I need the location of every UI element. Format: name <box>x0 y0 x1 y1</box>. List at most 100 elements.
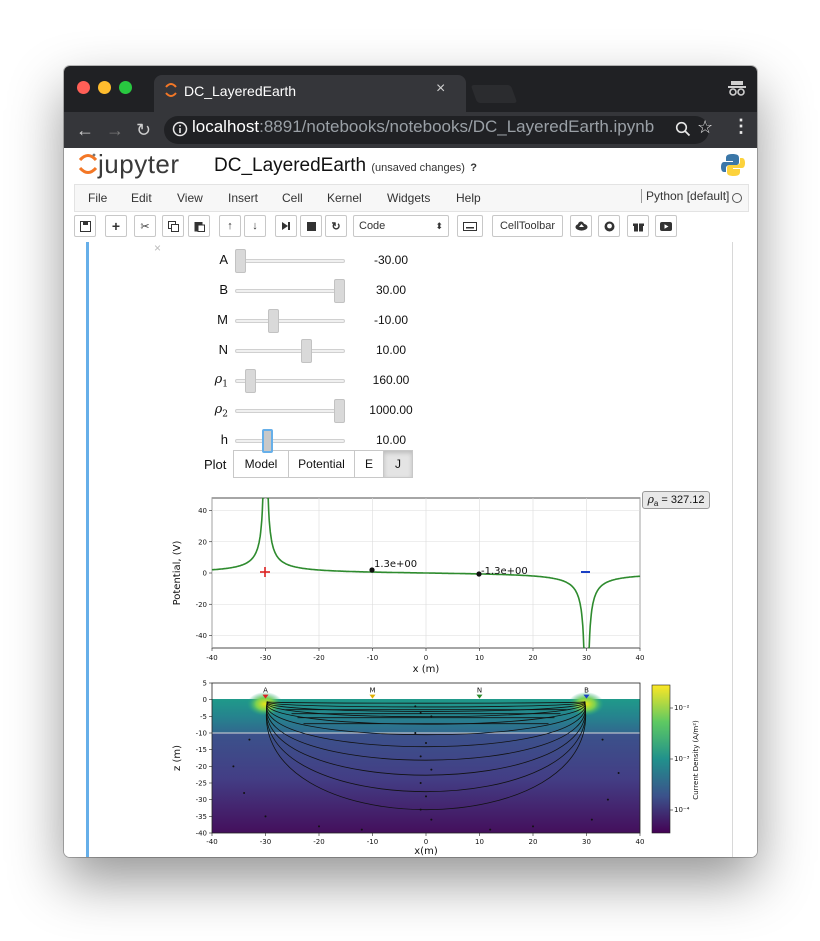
stop-icon <box>306 221 316 231</box>
plot-option-model[interactable]: Model <box>233 450 289 478</box>
slider-track-m[interactable] <box>235 319 345 323</box>
slider-track-n[interactable] <box>235 349 345 353</box>
select-arrows-icon: ⬍ <box>435 220 443 231</box>
current-xtick-label: 20 <box>529 838 538 846</box>
upload-button[interactable] <box>570 215 592 237</box>
slider-handle-n[interactable] <box>301 339 313 363</box>
run-button[interactable] <box>275 215 297 237</box>
close-window-button[interactable] <box>77 81 90 94</box>
tab-title: DC_LayeredEarth <box>184 83 297 99</box>
current-arrow-head <box>232 765 235 768</box>
plot-toggle-group: Model Potential E J <box>233 450 413 478</box>
gift-button[interactable] <box>627 215 649 237</box>
current-arrow-head <box>419 808 422 811</box>
celltoolbar-button[interactable]: CellToolbar <box>492 215 563 237</box>
colorbar-tick-low: 10⁻⁴ <box>674 806 690 814</box>
current-ytick-label: -10 <box>196 730 207 738</box>
url-text[interactable]: localhost:8891/notebooks/notebooks/DC_La… <box>192 117 654 137</box>
jupyter-logo-text[interactable]: jupyter <box>98 149 180 180</box>
restart-button[interactable]: ↻ <box>325 215 347 237</box>
current-ylabel: z (m) <box>172 745 183 771</box>
move-up-button[interactable]: ↑ <box>219 215 241 237</box>
cell-type-select[interactable]: Code ⬍ <box>353 215 449 237</box>
annotation-n: -1.3e+00 <box>481 566 528 577</box>
tab-close-icon[interactable]: × <box>436 80 445 98</box>
menu-view[interactable]: View <box>177 191 203 205</box>
info-icon <box>172 121 188 137</box>
selected-cell-indicator <box>86 242 89 857</box>
menu-widgets[interactable]: Widgets <box>387 191 430 205</box>
potential-xtick-label: 20 <box>529 654 538 662</box>
cut-button[interactable]: ✂ <box>134 215 156 237</box>
current-arrow-head <box>430 818 433 821</box>
menu-edit[interactable]: Edit <box>131 191 152 205</box>
browser-window: DC_LayeredEarth × ← → ↻ localhost:8891/n… <box>64 66 757 857</box>
current-ytick-label: 0 <box>203 696 207 704</box>
current-arrow-head <box>425 795 427 798</box>
slider-track-a[interactable] <box>235 259 345 263</box>
slider-handle-h[interactable] <box>261 429 273 453</box>
current-arrow-head <box>318 825 320 828</box>
potential-xtick-label: -30 <box>260 654 271 662</box>
current-arrow-head <box>489 828 492 831</box>
command-palette-button[interactable] <box>457 215 483 237</box>
current-xtick-label: 10 <box>475 838 484 846</box>
browser-menu-icon[interactable]: ⋮ <box>732 116 750 137</box>
notebook-title[interactable]: DC_LayeredEarth (unsaved changes) ? <box>214 155 477 177</box>
slider-label-rho1: ρ1 <box>188 372 228 390</box>
restart-icon: ↻ <box>331 220 341 233</box>
current-xtick-label: -20 <box>313 838 324 846</box>
potential-ytick-label: -20 <box>196 601 207 609</box>
copy-icon <box>167 220 179 232</box>
colorbar <box>651 684 671 834</box>
incognito-icon <box>728 81 746 96</box>
menu-insert[interactable]: Insert <box>228 191 258 205</box>
slider-handle-a[interactable] <box>235 249 246 273</box>
copy-button[interactable] <box>162 215 184 237</box>
menu-file[interactable]: File <box>88 191 107 205</box>
interrupt-button[interactable] <box>300 215 322 237</box>
back-icon[interactable]: ← <box>76 120 94 140</box>
slider-handle-rho2[interactable] <box>334 399 345 423</box>
move-down-button[interactable]: ↓ <box>244 215 266 237</box>
current-xtick-label: 0 <box>424 838 428 846</box>
minimize-window-button[interactable] <box>98 81 111 94</box>
zoom-icon[interactable] <box>675 121 691 137</box>
current-xtick-label: -40 <box>206 838 217 846</box>
slider-track-h[interactable] <box>235 439 345 443</box>
slider-handle-b[interactable] <box>334 279 345 303</box>
slider-track-b[interactable] <box>235 289 345 293</box>
menu-help[interactable]: Help <box>456 191 481 205</box>
youtube-button[interactable] <box>655 215 677 237</box>
current-arrow-head <box>419 712 422 714</box>
reload-icon[interactable]: ↻ <box>136 120 151 140</box>
electrode-label-m: M <box>369 687 375 695</box>
step-forward-icon <box>282 222 290 230</box>
current-arrow-head <box>590 818 593 821</box>
current-arrow-head <box>414 705 417 708</box>
current-ytick-label: -15 <box>196 746 207 754</box>
slider-track-rho2[interactable] <box>235 409 345 413</box>
plot-option-e[interactable]: E <box>354 450 384 478</box>
forward-icon[interactable]: → <box>106 120 124 140</box>
potential-ytick-label: 0 <box>203 570 207 578</box>
plot-option-potential[interactable]: Potential <box>288 450 355 478</box>
paste-button[interactable] <box>188 215 210 237</box>
bookmark-star-icon[interactable]: ☆ <box>697 117 713 138</box>
maximize-window-button[interactable] <box>119 81 132 94</box>
slider-value-h: 10.00 <box>375 433 407 447</box>
new-tab-button[interactable] <box>470 85 518 103</box>
insert-cell-button[interactable]: + <box>105 215 127 237</box>
close-output-icon[interactable]: × <box>154 241 161 255</box>
menu-kernel[interactable]: Kernel <box>327 191 362 205</box>
plot-option-j[interactable]: J <box>383 450 413 478</box>
current-arrow-head <box>419 755 422 758</box>
slider-label-text: h <box>220 432 228 447</box>
slider-handle-rho1[interactable] <box>244 369 256 393</box>
github-button[interactable] <box>598 215 620 237</box>
save-button[interactable] <box>74 215 96 237</box>
jupyter-logo-icon[interactable] <box>78 152 98 176</box>
menu-cell[interactable]: Cell <box>282 191 303 205</box>
slider-handle-m[interactable] <box>267 309 279 333</box>
current-arrow-head <box>606 798 609 801</box>
